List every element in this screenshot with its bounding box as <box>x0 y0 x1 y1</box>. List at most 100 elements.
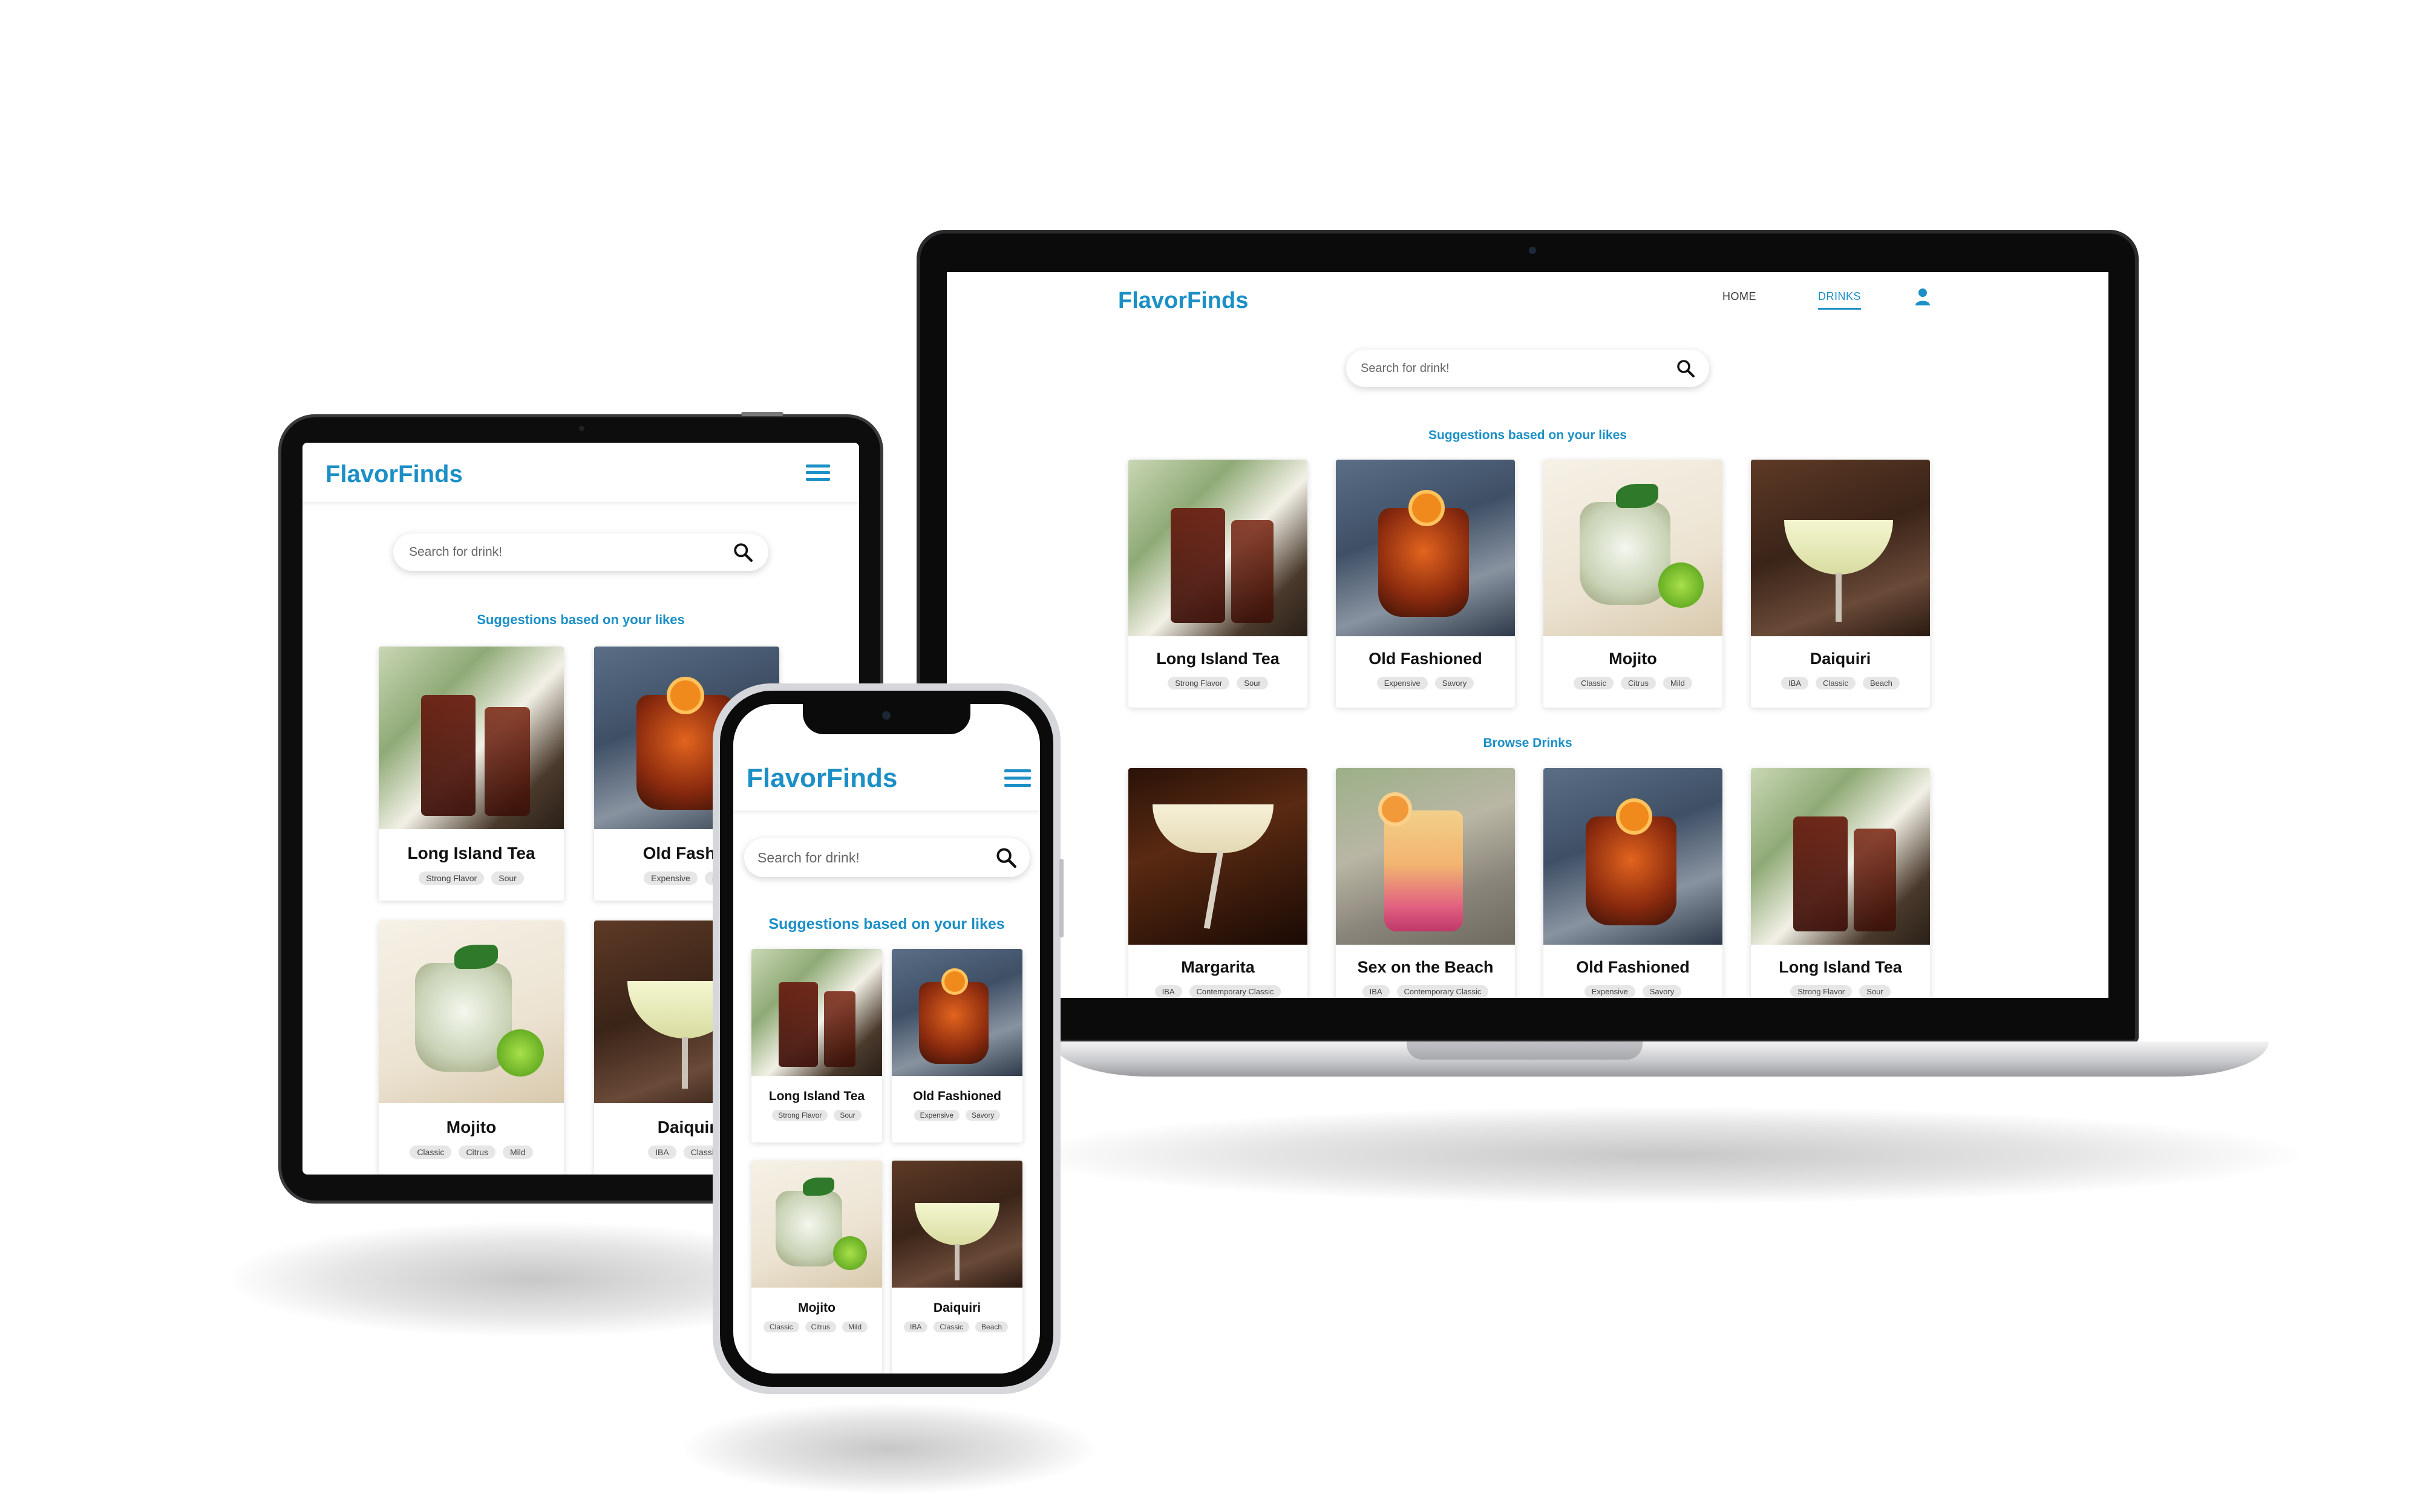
phone-shadow <box>684 1403 1095 1494</box>
tag: Contemporary Classic <box>1396 985 1489 998</box>
user-icon[interactable] <box>1915 288 1931 306</box>
tag: IBA <box>904 1321 928 1332</box>
drink-image-old-fashioned <box>892 949 1022 1076</box>
search-bar[interactable] <box>1346 350 1709 387</box>
search-icon[interactable] <box>1676 359 1695 377</box>
tag: Classic <box>1574 677 1614 689</box>
tag: IBA <box>1781 677 1809 689</box>
drink-name: Mojito <box>446 1118 497 1136</box>
phone-device: FlavorFinds Suggestions based on your li… <box>713 683 1064 1394</box>
tag: IBA <box>648 1145 676 1159</box>
tag: Beach <box>1863 677 1900 689</box>
brand-logo[interactable]: FlavorFinds <box>325 461 463 488</box>
device-mockup-stage: FlavorFinds HOME DRINKS Suggestions base… <box>0 0 2420 1512</box>
tag: Mild <box>503 1145 533 1159</box>
tag: Strong Flavor <box>1790 985 1853 998</box>
drink-tags: Classic Citrus Mild <box>379 1145 564 1159</box>
tag: Strong Flavor <box>419 872 485 885</box>
drink-image-long-island-tea <box>1128 460 1307 636</box>
drink-name: Long Island Tea <box>768 1089 865 1103</box>
phone-notch <box>803 704 970 734</box>
tag: Mild <box>842 1321 868 1332</box>
search-bar[interactable] <box>393 533 768 571</box>
drink-card[interactable]: Long Island Tea Strong Flavor Sour <box>751 949 882 1142</box>
laptop-camera <box>1529 247 1536 254</box>
drink-card[interactable]: Mojito Classic Citrus Mild <box>379 921 564 1175</box>
drink-image-mojito <box>379 921 564 1103</box>
drink-tags: Expensive Savory <box>892 1110 1022 1121</box>
tag: Expensive <box>1376 677 1428 689</box>
drink-card[interactable]: Margarita IBA Contemporary Classic <box>1128 768 1307 998</box>
tag: Sour <box>834 1110 862 1121</box>
tag: Strong Flavor <box>772 1110 828 1121</box>
search-input[interactable] <box>409 545 733 559</box>
laptop-shadow <box>1028 1107 2299 1204</box>
laptop-base <box>1053 1041 2269 1077</box>
nav-home[interactable]: HOME <box>1722 290 1756 303</box>
drink-image-margarita <box>1128 768 1307 945</box>
brand-logo[interactable]: FlavorFinds <box>747 763 897 793</box>
drink-image-long-island-tea <box>1751 768 1930 945</box>
drink-image-daiquiri <box>1751 460 1930 636</box>
hamburger-menu-icon[interactable] <box>806 464 830 481</box>
drink-image-long-island-tea <box>751 949 882 1076</box>
search-input[interactable] <box>757 849 996 866</box>
tag: Citrus <box>1621 677 1656 689</box>
drink-tags: Expensive Savory <box>1543 985 1722 998</box>
nav-drinks[interactable]: DRINKS <box>1818 290 1862 310</box>
drink-tags: Strong Flavor Sour <box>751 1110 882 1121</box>
hamburger-menu-icon[interactable] <box>1004 769 1031 787</box>
drink-card[interactable]: Old Fashioned Expensive Savory <box>1336 460 1515 708</box>
drink-name: Daiquiri <box>933 1301 981 1315</box>
search-bar[interactable] <box>744 838 1030 877</box>
drink-name: Old Fashioned <box>1369 650 1482 668</box>
phone-screen: FlavorFinds Suggestions based on your li… <box>733 704 1040 1374</box>
laptop-device: FlavorFinds HOME DRINKS Suggestions base… <box>917 230 2139 1043</box>
drink-card[interactable]: Daiquiri IBA Classic Beach <box>892 1161 1022 1374</box>
tablet-power-button <box>741 412 783 416</box>
drink-card[interactable]: Old Fashioned Expensive Savory <box>1543 768 1722 998</box>
drink-tags: Classic Citrus Mild <box>1543 677 1722 689</box>
drink-card[interactable]: Mojito Classic Citrus Mild <box>1543 460 1722 708</box>
drink-image-mojito <box>751 1161 882 1288</box>
tag: Expensive <box>644 872 698 885</box>
search-input[interactable] <box>1361 361 1676 376</box>
drink-name: Long Island Tea <box>407 844 535 862</box>
drink-name: Old Fashioned <box>913 1089 1001 1103</box>
search-icon[interactable] <box>996 847 1016 868</box>
drink-card[interactable]: Daiquiri IBA Classic Beach <box>1751 460 1930 708</box>
tag: Expensive <box>914 1110 960 1121</box>
brand-logo[interactable]: FlavorFinds <box>1118 288 1248 314</box>
tag: Sour <box>491 872 524 885</box>
drink-card[interactable]: Long Island Tea Strong Flavor Sour <box>1751 768 1930 998</box>
drink-card[interactable]: Old Fashioned Expensive Savory <box>892 949 1022 1142</box>
drink-image-old-fashioned <box>1336 460 1515 636</box>
tablet-camera <box>579 426 584 431</box>
drink-name: Daiquiri <box>1810 650 1871 668</box>
search-icon[interactable] <box>733 543 753 562</box>
drink-card[interactable]: Sex on the Beach IBA Contemporary Classi… <box>1336 768 1515 998</box>
suggestions-heading: Suggestions based on your likes <box>477 612 685 627</box>
drink-image-daiquiri <box>892 1161 1022 1288</box>
tag: IBA <box>1154 985 1182 998</box>
tag: Savory <box>1434 677 1474 689</box>
tag: Citrus <box>459 1145 495 1159</box>
drink-tags: Strong Flavor Sour <box>1751 985 1930 998</box>
phone-bezel: FlavorFinds Suggestions based on your li… <box>720 691 1053 1387</box>
tag: IBA <box>1362 985 1390 998</box>
drink-card[interactable]: Mojito Classic Citrus Mild <box>751 1161 882 1374</box>
drink-card[interactable]: Long Island Tea Strong Flavor Sour <box>1128 460 1307 708</box>
tag: Citrus <box>805 1321 837 1332</box>
suggestions-heading: Suggestions based on your likes <box>768 916 1005 933</box>
drink-name: Mojito <box>1609 650 1657 668</box>
tag: Savory <box>1642 985 1682 998</box>
drink-image-mojito <box>1543 460 1722 636</box>
drink-card[interactable]: Long Island Tea Strong Flavor Sour <box>379 647 564 901</box>
phone-camera <box>882 711 891 720</box>
drink-tags: IBA Contemporary Classic <box>1336 985 1515 998</box>
browse-heading: Browse Drinks <box>1483 736 1572 750</box>
drink-name: Long Island Tea <box>1156 650 1280 668</box>
drink-tags: Expensive Savory <box>1336 677 1515 689</box>
drink-name: Sex on the Beach <box>1357 958 1494 976</box>
phone-side-button <box>1059 859 1064 937</box>
